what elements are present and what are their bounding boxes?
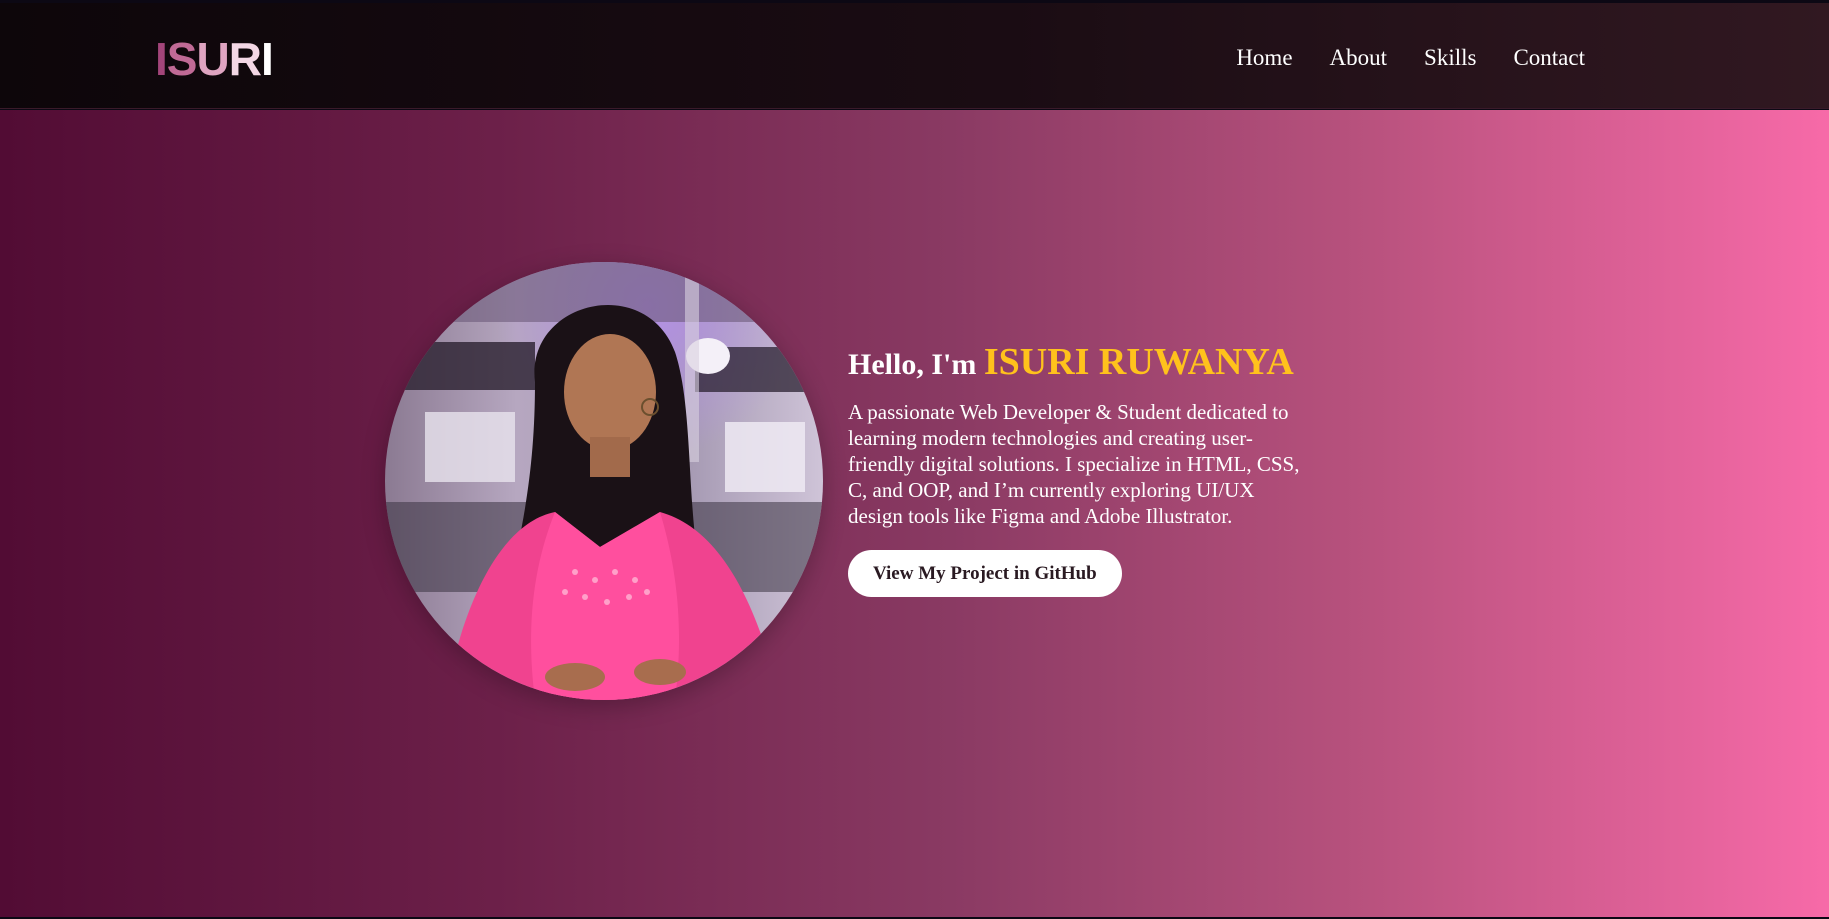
nav-link-skills[interactable]: Skills — [1424, 43, 1476, 73]
logo-letter: I — [260, 33, 274, 85]
logo-letter: R — [228, 33, 262, 85]
profile-photo — [385, 262, 823, 700]
nav-link-about[interactable]: About — [1330, 43, 1388, 73]
intro-block: Hello, I'm ISURI RUWANYA A passionate We… — [848, 342, 1318, 597]
hero-heading: Hello, I'm ISURI RUWANYA — [848, 342, 1318, 385]
greeting-prefix: Hello, I'm — [848, 348, 984, 381]
logo-letter: S — [166, 33, 198, 85]
logo-letter: I — [155, 33, 168, 85]
hero-name: ISURI RUWANYA — [983, 341, 1294, 383]
nav-menu: Home About Skills Contact — [1199, 43, 1585, 73]
logo-letter: U — [196, 33, 229, 85]
github-button[interactable]: View My Project in GitHub — [848, 550, 1122, 597]
nav-link-contact[interactable]: Contact — [1513, 43, 1585, 73]
navbar: ISURI Home About Skills Contact — [0, 3, 1829, 109]
nav-link-home[interactable]: Home — [1236, 43, 1292, 73]
hero-section: Hello, I'm ISURI RUWANYA A passionate We… — [0, 110, 1829, 918]
site-logo[interactable]: ISURI — [155, 33, 274, 85]
hero-description: A passionate Web Developer & Student ded… — [848, 400, 1300, 528]
